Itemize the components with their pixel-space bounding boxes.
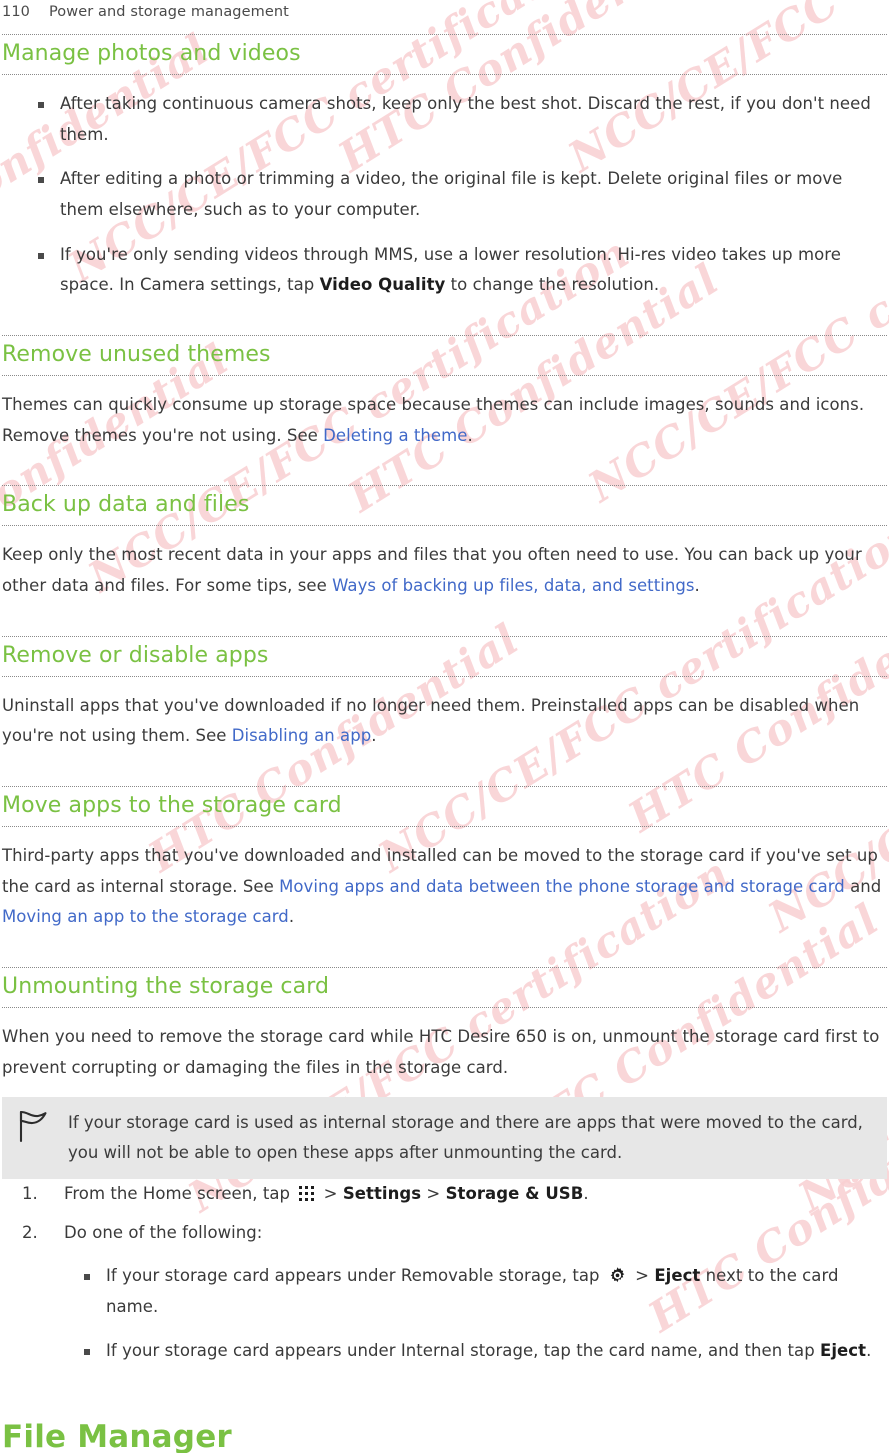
step-item: 2. Do one of the following: If your storag… [2,1218,887,1367]
section-heading-manage-photos-and-videos: Manage photos and videos [2,34,887,75]
cross-reference-link[interactable]: Ways of backing up files, data, and sett… [332,576,694,595]
body-paragraph: Third-party apps that you've downloaded … [2,841,887,933]
section-heading-move-apps-to-the-storage-card: Move apps to the storage card [2,786,887,828]
heading-body-gap [2,376,887,390]
body-paragraph: Uninstall apps that you've downloaded if… [2,691,887,752]
inline-text: When you need to remove the storage card… [2,1027,880,1077]
chapter-gap [2,1375,887,1419]
ui-label-emphasis: Eject [654,1265,701,1285]
flag-icon [19,1111,47,1143]
cross-reference-link[interactable]: Moving apps and data between the phone s… [279,877,845,896]
inline-text: If your storage card appears under Inter… [106,1341,821,1361]
step-number: 1. [22,1184,38,1204]
note-callout: If your storage card is used as internal… [2,1097,887,1180]
step-item: 1. From the Home screen, tap > Settings >… [2,1179,887,1210]
inline-text: . [583,1184,589,1204]
inline-text: If your storage card appears under Remov… [106,1265,605,1285]
inline-text: to change the resolution. [445,275,660,295]
inline-text: . [288,907,295,927]
sub-list-item: If your storage card appears under Remov… [2,1261,887,1322]
heading-body-gap [2,677,887,691]
inline-text: Uninstall apps that you've downloaded if… [2,695,860,746]
list-item: If you're only sending videos through MM… [2,240,887,301]
inline-text: . [371,726,377,746]
list-item: After editing a photo or trimming a vide… [2,164,887,225]
heading-body-gap [2,75,887,89]
inline-text: Do one of the following: [64,1223,263,1243]
body-paragraph: When you need to remove the storage card… [2,1022,887,1083]
inline-text: > [318,1184,343,1204]
step-text: From the Home screen, tap > Settings > S… [64,1184,589,1203]
ui-label-emphasis: Video Quality [319,275,446,295]
inline-text: After editing a photo or trimming a vide… [60,169,843,220]
inline-text: > [629,1265,655,1285]
cross-reference-link[interactable]: Deleting a theme [323,426,467,445]
apps-grid-icon[interactable] [298,1185,315,1202]
section-heading-remove-or-disable-apps: Remove or disable apps [2,635,887,677]
cross-reference-link[interactable]: Disabling an app [232,726,372,745]
inline-text: . [866,1341,872,1361]
body-paragraph: Keep only the most recent data in your a… [2,540,887,601]
inline-text: and [844,876,882,896]
section-heading-unmounting-the-storage-card: Unmounting the storage card [2,967,887,1009]
inline-text: From the Home screen, tap [64,1184,296,1204]
cross-reference-link[interactable]: Moving an app to the storage card [2,907,289,926]
document-content: Manage photos and videos After taking con… [0,34,889,1453]
ui-label-emphasis: Storage & USB [445,1184,584,1204]
sub-bullet-list: If your storage card appears under Remov… [2,1261,887,1367]
note-gap [2,1083,887,1097]
section-heading-back-up-data-and-files: Back up data and files [2,485,887,527]
heading-body-gap [2,1008,887,1022]
sub-list-item: If your storage card appears under Inter… [2,1336,887,1367]
page-number: 110 [2,4,30,20]
section-heading-remove-unused-themes: Remove unused themes [2,335,887,377]
gear-icon[interactable] [608,1266,627,1285]
bullet-list: After taking continuous camera shots, ke… [2,89,887,301]
step-text: Do one of the following: [64,1223,262,1242]
inline-text: After taking continuous camera shots, ke… [60,93,871,144]
note-text: If your storage card is used as internal… [68,1113,863,1163]
heading-body-gap [2,827,887,841]
running-title: Power and storage management [48,4,289,20]
chapter-heading: File Manager [2,1418,232,1453]
body-paragraph: Themes can quickly consume up storage sp… [2,390,887,451]
header-spacer [0,20,889,34]
inline-text: . [694,576,700,596]
numbered-step-list: 1. From the Home screen, tap > Settings >… [2,1179,887,1366]
heading-body-gap [2,526,887,540]
document-page: NCC/CE/FCC certificationHTC Confidential… [0,0,889,1453]
list-item: After taking continuous camera shots, ke… [2,89,887,150]
inline-text: . [467,425,473,445]
ui-label-emphasis: Eject [820,1341,867,1361]
step-number: 2. [22,1223,38,1243]
ui-label-emphasis: Settings [342,1184,422,1204]
page-running-header: 110 Power and storage management [0,0,889,20]
inline-text: > [421,1184,446,1204]
